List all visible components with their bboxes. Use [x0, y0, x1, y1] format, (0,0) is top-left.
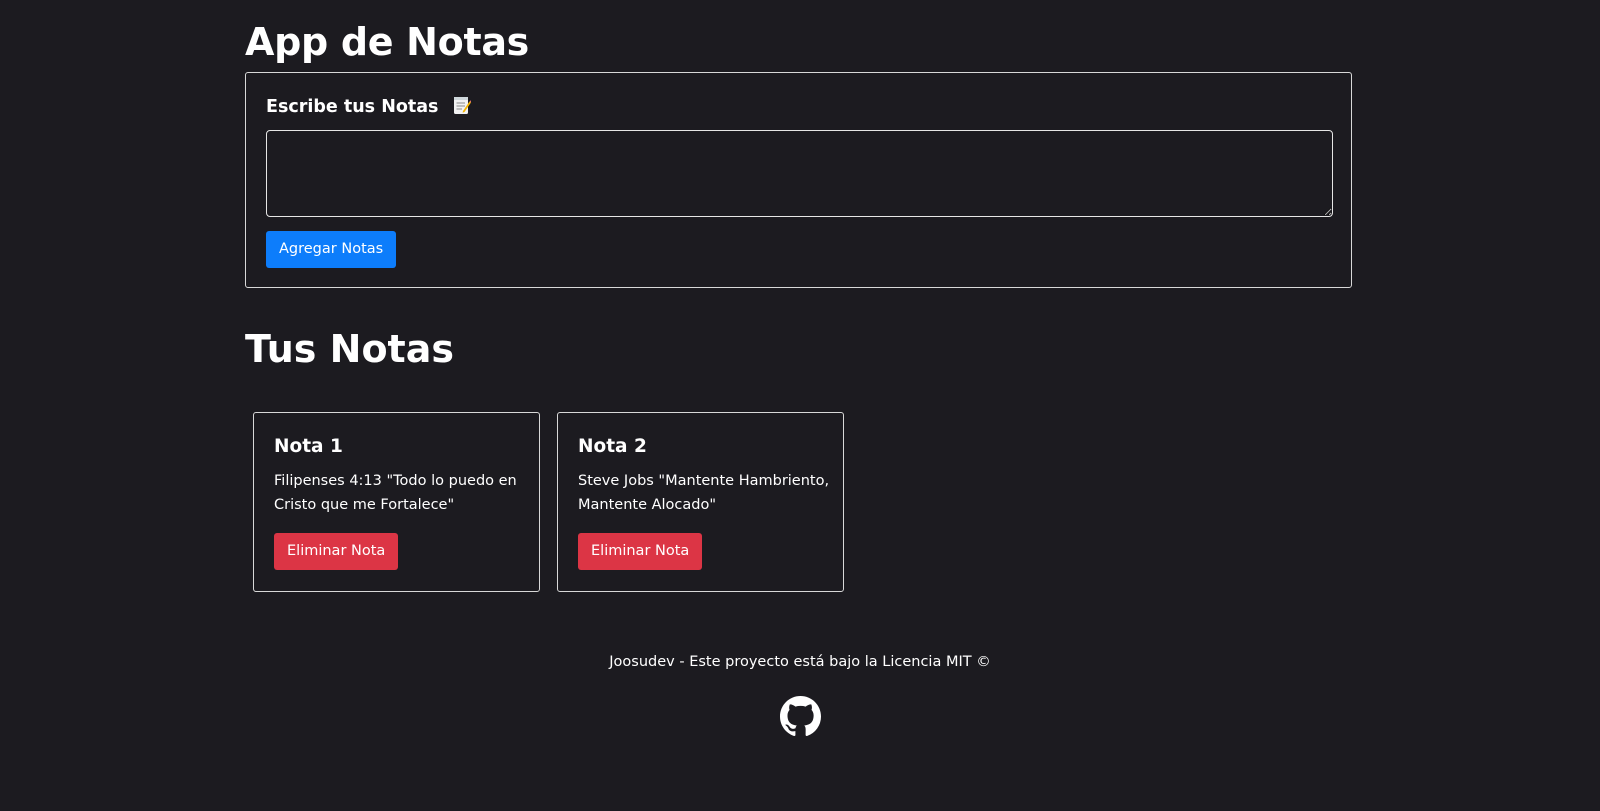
add-note-button[interactable]: Agregar Notas	[266, 231, 397, 268]
note-text: Filipenses 4:13 "Todo lo puedo en Cristo…	[274, 473, 517, 513]
note-text: Steve Jobs "Mantente Hambriento, Mantent…	[578, 473, 830, 513]
note-input[interactable]	[266, 130, 1333, 217]
notes-section-title: Tus Notas	[245, 327, 454, 371]
delete-note-button[interactable]: Eliminar Nota	[578, 533, 703, 570]
delete-note-button[interactable]: Eliminar Nota	[274, 533, 399, 570]
github-icon[interactable]	[780, 696, 821, 737]
footer: Joosudev - Este proyecto está bajo la Li…	[0, 650, 1600, 674]
footer-text: Joosudev - Este proyecto está bajo la Li…	[609, 654, 991, 670]
note-title: Nota 2	[578, 436, 647, 457]
add-note-card: Escribe tus Notas Agregar Notas	[245, 72, 1352, 288]
note-card: Nota 2 Steve Jobs "Mantente Hambriento, …	[557, 412, 844, 592]
memo-icon	[453, 95, 472, 115]
add-note-label-row: Escribe tus Notas	[266, 95, 472, 119]
note-card: Nota 1 Filipenses 4:13 "Todo lo puedo en…	[253, 412, 540, 592]
page: App de Notas Escribe tus Notas Agregar N…	[0, 0, 1600, 811]
app-title: App de Notas	[245, 20, 529, 64]
add-note-label: Escribe tus Notas	[266, 97, 439, 117]
note-title: Nota 1	[274, 436, 343, 457]
